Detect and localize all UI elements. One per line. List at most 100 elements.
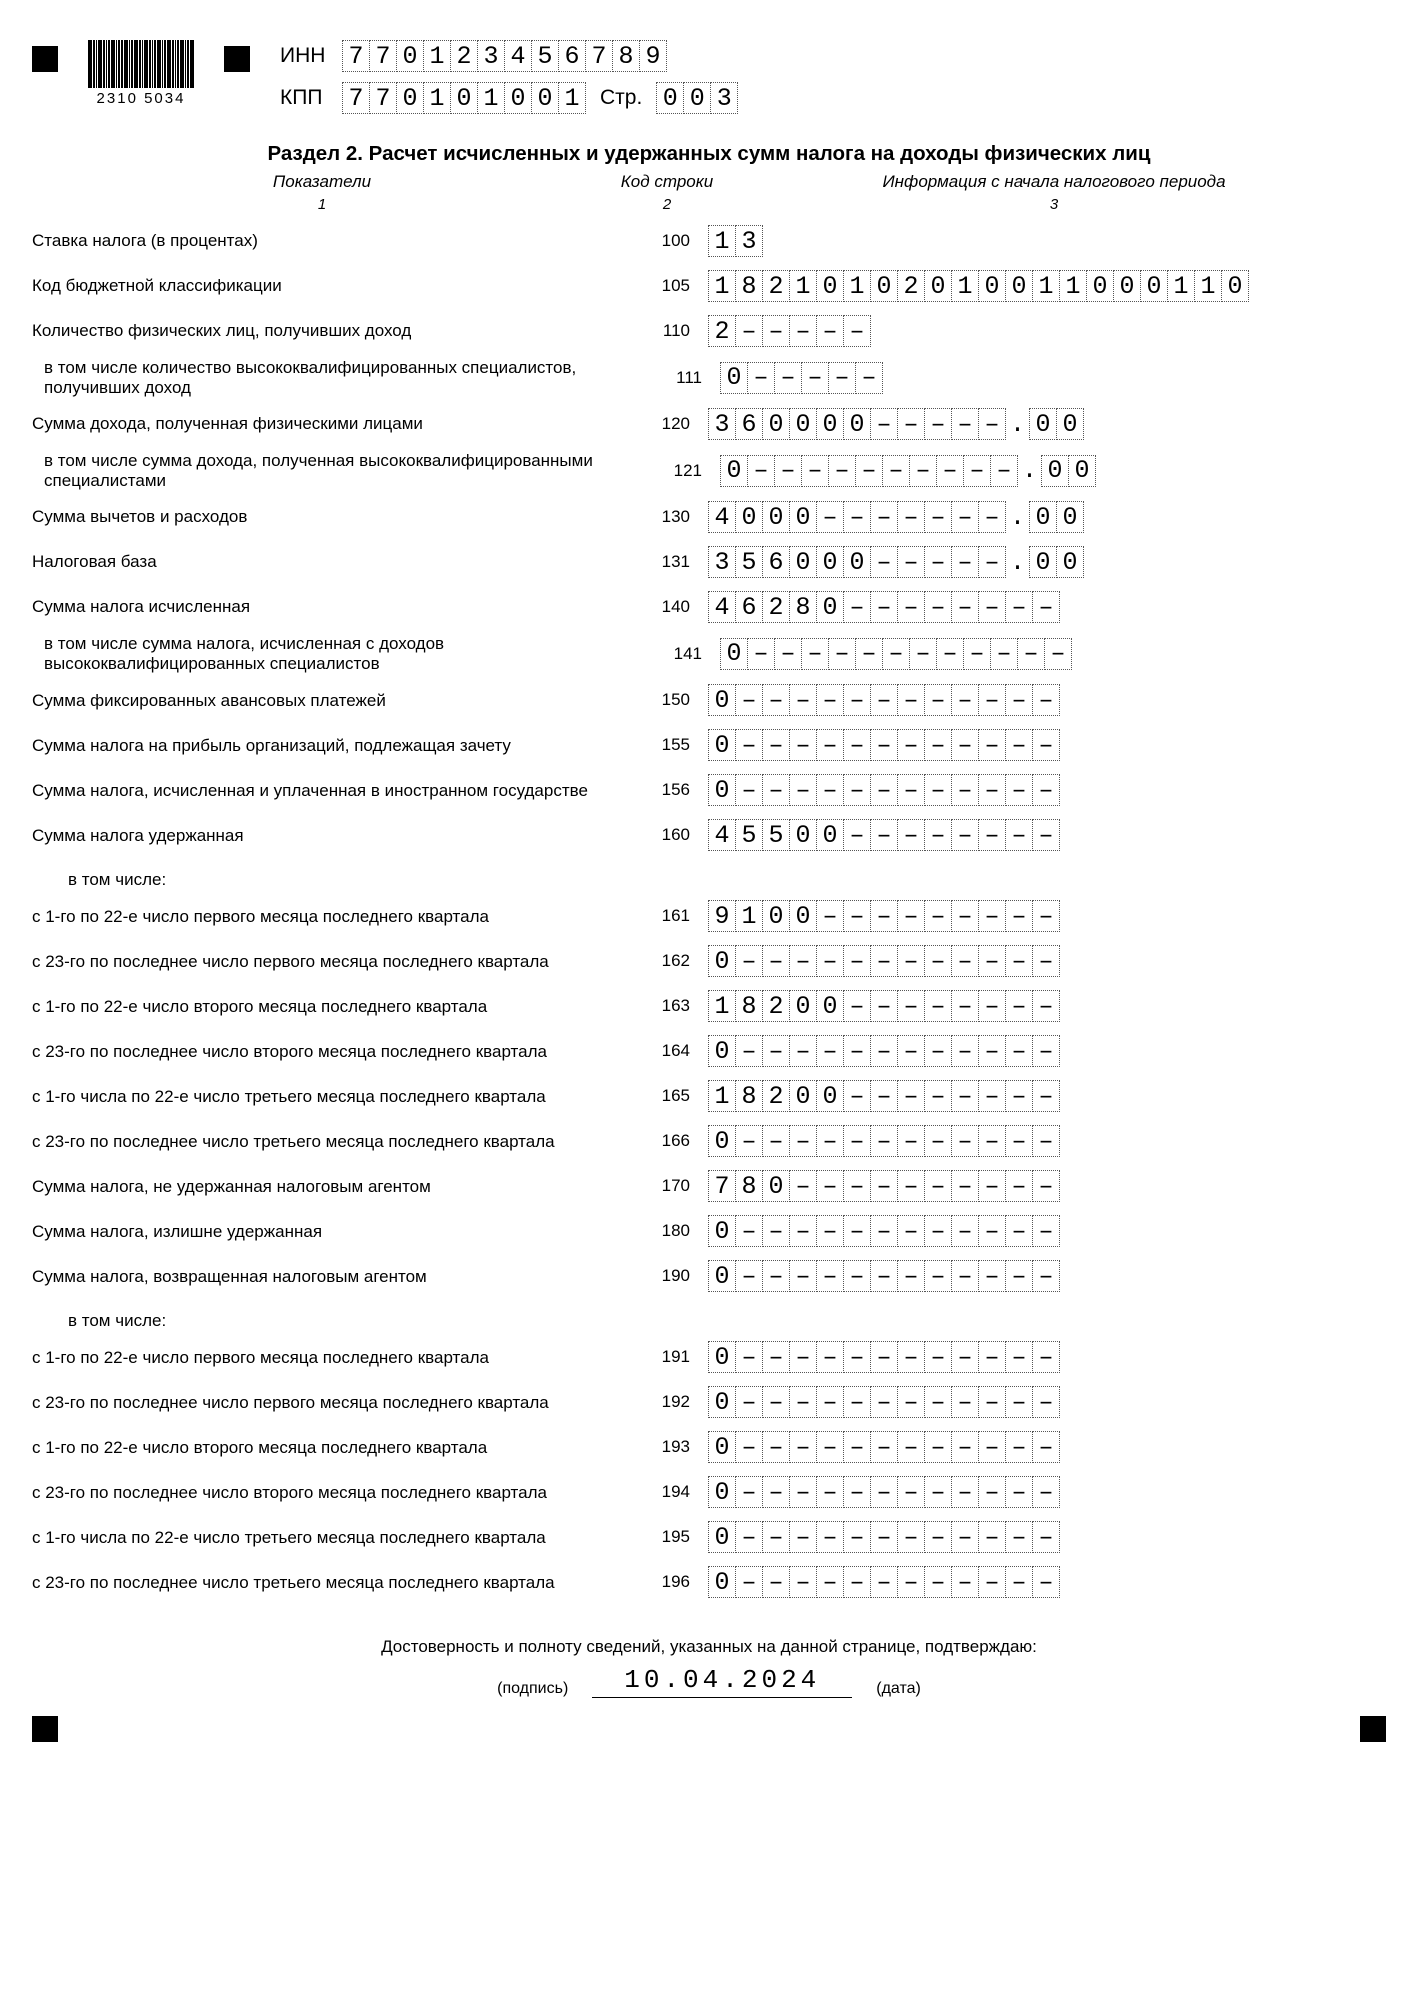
row-code: 166 [620,1131,708,1151]
marker-bottom-left [32,1716,58,1742]
row-label: с 1-го по 22-е число первого месяца посл… [32,1348,620,1368]
section-title: Раздел 2. Расчет исчисленных и удержанны… [32,142,1386,166]
table-row: с 1-го числа по 22-е число третьего меся… [32,1519,1386,1555]
kpp-label: КПП [280,86,334,110]
row-value: 0–––––––––––– [708,1260,1060,1292]
row-value: 4000–––––––.00 [708,501,1084,533]
row-label: Сумма фиксированных авансовых платежей [32,691,620,711]
row-code: 161 [620,906,708,926]
table-row: Сумма вычетов и расходов1304000–––––––.0… [32,499,1386,535]
row-label: Сумма налога, не удержанная налоговым аг… [32,1177,620,1197]
row-code: 195 [620,1527,708,1547]
page-value: 003 [656,82,738,114]
row-label: с 23-го по последнее число третьего меся… [32,1573,620,1593]
row-value: 0–––––––––––– [708,945,1060,977]
date-label: (дата) [876,1680,921,1698]
table-row: с 1-го по 22-е число второго месяца посл… [32,988,1386,1024]
header-block: 2310 5034 ИНН 770123456789 КПП 770101001… [32,40,1386,114]
col-num-2: 2 [612,196,722,213]
col-num-1: 1 [32,196,612,213]
row-label: Сумма налога, излишне удержанная [32,1222,620,1242]
row-value: 13 [708,225,763,257]
row-label: с 23-го по последнее число первого месяц… [32,1393,620,1413]
table-row: Сумма налога исчисленная14046280–––––––– [32,589,1386,625]
inn-label: ИНН [280,44,334,68]
signature-label: (подпись) [497,1680,568,1698]
row-code: 121 [632,461,720,481]
row-label: с 1-го по 22-е число второго месяца посл… [32,1438,620,1458]
row-code: 140 [620,597,708,617]
row-value: 9100––––––––– [708,900,1060,932]
row-code: 131 [620,552,708,572]
table-row: Ставка налога (в процентах)10013 [32,223,1386,259]
row-label: Сумма налога, исчисленная и уплаченная в… [32,781,620,801]
row-label: с 23-го по последнее число первого месяц… [32,952,620,972]
row-value: 18200–––––––– [708,1080,1060,1112]
row-code: 196 [620,1572,708,1592]
row-value: 0–––––––––––– [708,1215,1060,1247]
row-value: 0–––––––––––– [708,1386,1060,1418]
row-code: 150 [620,690,708,710]
row-label: с 23-го по последнее число второго месяц… [32,1483,620,1503]
data-table: Ставка налога (в процентах)10013 Код бюдж… [32,223,1386,1609]
table-row: в том числе количество высококвалифициро… [32,358,1386,397]
row-label: Код бюджетной классификации [32,276,620,296]
row-value: 46280–––––––– [708,591,1060,623]
row-value: 0–––––––––––– [720,638,1072,670]
table-row: с 1-го по 22-е число второго месяца посл… [32,1429,1386,1465]
row-code: 191 [620,1347,708,1367]
col-header-2: Код строки [612,172,722,192]
row-code: 155 [620,735,708,755]
note-including: в том числе: [68,870,1386,890]
row-value: 0–––––––––––– [708,1521,1060,1553]
table-row: в том числе сумма дохода, полученная выс… [32,451,1386,490]
row-value: 0–––––––––––– [708,1431,1060,1463]
table-row: с 23-го по последнее число второго месяц… [32,1033,1386,1069]
row-code: 100 [620,231,708,251]
note-including: в том числе: [68,1311,1386,1331]
table-row: с 23-го по последнее число первого месяц… [32,943,1386,979]
row-value: 0–––––––––––– [708,774,1060,806]
row-code: 190 [620,1266,708,1286]
col-header-1: Показатели [32,172,612,192]
row-value: 18210102010011000110 [708,270,1249,302]
row-value: 0–––––––––––– [708,1476,1060,1508]
table-row: Количество физических лиц, получивших до… [32,313,1386,349]
row-label: Сумма налога исчисленная [32,597,620,617]
page-label: Стр. [600,86,642,110]
row-value: 0–––––––––––– [708,684,1060,716]
row-label: в том числе количество высококвалифициро… [32,358,632,397]
table-row: Код бюджетной классификации1051821010201… [32,268,1386,304]
row-label: Сумма налога на прибыль организаций, под… [32,736,620,756]
row-label: с 23-го по последнее число второго месяц… [32,1042,620,1062]
row-code: 163 [620,996,708,1016]
row-label: с 1-го числа по 22-е число третьего меся… [32,1528,620,1548]
row-code: 156 [620,780,708,800]
col-num-3: 3 [722,196,1386,213]
row-code: 160 [620,825,708,845]
marker-bottom-right [1360,1716,1386,1742]
table-row: с 23-го по последнее число третьего меся… [32,1123,1386,1159]
row-code: 110 [620,321,708,341]
row-label: Сумма налога удержанная [32,826,620,846]
row-label: в том числе сумма налога, исчисленная с … [32,634,632,673]
table-row: с 23-го по последнее число первого месяц… [32,1384,1386,1420]
table-row: с 23-го по последнее число третьего меся… [32,1564,1386,1600]
inn-value: 770123456789 [342,40,667,72]
table-row: Сумма фиксированных авансовых платежей15… [32,682,1386,718]
row-value: 18200–––––––– [708,990,1060,1022]
row-code: 192 [620,1392,708,1412]
row-code: 194 [620,1482,708,1502]
table-row: Сумма налога, исчисленная и уплаченная в… [32,772,1386,808]
row-label: с 23-го по последнее число третьего меся… [32,1132,620,1152]
table-row: с 1-го числа по 22-е число третьего меся… [32,1078,1386,1114]
row-label: с 1-го по 22-е число первого месяца посл… [32,907,620,927]
row-value: 0––––––––––.00 [720,455,1096,487]
row-code: 105 [620,276,708,296]
row-label: Количество физических лиц, получивших до… [32,321,620,341]
table-row: в том числе сумма налога, исчисленная с … [32,634,1386,673]
row-value: 0–––––––––––– [708,729,1060,761]
row-label: с 1-го по 22-е число второго месяца посл… [32,997,620,1017]
marker-top-left [32,46,58,72]
table-row: Сумма дохода, полученная физическими лиц… [32,406,1386,442]
